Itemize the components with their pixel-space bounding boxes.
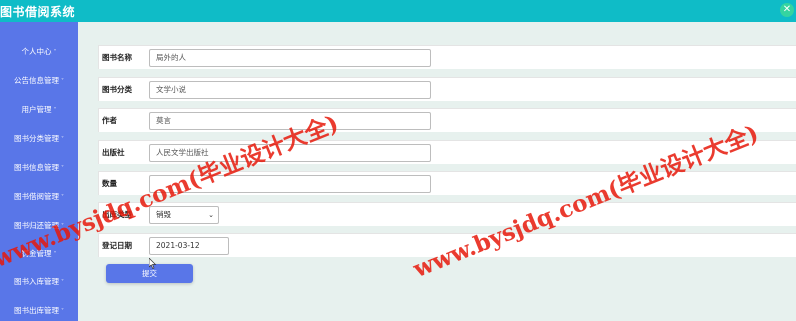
sidebar-item-label: 图书出库管理: [14, 306, 59, 315]
chevron-down-icon: ⌄: [208, 211, 214, 219]
chevron-down-icon: ˅: [61, 194, 64, 201]
mouse-cursor-icon: [149, 258, 157, 269]
sidebar-item-label: 图书信息管理: [14, 163, 59, 172]
form-row-stock-out-type: 出库类型 销毁 ⌄: [98, 202, 796, 226]
sidebar-item-book-info[interactable]: 图书信息管理 ˅: [0, 158, 78, 178]
close-icon[interactable]: ✕: [780, 3, 794, 17]
top-bar: 图书借阅系统 ✕: [0, 0, 796, 22]
select-value: 销毁: [156, 210, 171, 219]
field-label: 数量: [102, 179, 117, 188]
sidebar-item-label: 图书分类管理: [14, 134, 59, 143]
sidebar-item-label: 罚金管理: [21, 249, 52, 258]
main-content: 图书名称 局外的人 图书分类 文学小说 作者 莫言 出版社 人民文学出版社 数量…: [78, 22, 796, 321]
publisher-input[interactable]: 人民文学出版社: [149, 144, 431, 162]
sidebar-item-personal-center[interactable]: 个人中心 ˅: [0, 42, 78, 62]
chevron-down-icon: ˅: [53, 251, 57, 258]
form-row-quantity: 数量: [98, 171, 796, 195]
chevron-down-icon: ˅: [53, 49, 57, 56]
form-row-author: 作者 莫言: [98, 108, 796, 132]
sidebar-item-returns[interactable]: 图书归还管理 ˅: [0, 216, 78, 236]
sidebar-item-label: 个人中心: [21, 47, 52, 56]
quantity-input[interactable]: [149, 175, 431, 193]
form-row-book-name: 图书名称 局外的人: [98, 45, 796, 69]
sidebar-item-users[interactable]: 用户管理 ˅: [0, 100, 78, 120]
field-label: 出版社: [102, 148, 125, 157]
form-row-publisher: 出版社 人民文学出版社: [98, 140, 796, 164]
field-label: 图书名称: [102, 53, 132, 62]
stock-out-type-select[interactable]: 销毁 ⌄: [149, 206, 219, 224]
sidebar-item-announcements[interactable]: 公告信息管理 ˅: [0, 71, 78, 91]
app-title: 图书借阅系统: [0, 4, 76, 19]
sidebar-item-label: 图书归还管理: [14, 221, 59, 230]
chevron-down-icon: ˅: [61, 279, 64, 286]
chevron-down-icon: ˅: [61, 308, 64, 315]
form-row-book-category: 图书分类 文学小说: [98, 77, 796, 101]
book-category-input[interactable]: 文学小说: [149, 81, 431, 99]
sidebar-item-stock-out[interactable]: 图书出库管理 ˅: [0, 301, 78, 321]
form-row-register-date: 登记日期 2021-03-12: [98, 233, 796, 257]
field-label: 作者: [102, 116, 117, 125]
chevron-down-icon: ˅: [61, 165, 64, 172]
chevron-down-icon: ˅: [61, 136, 64, 143]
sidebar-item-label: 图书入库管理: [14, 277, 59, 286]
sidebar-item-borrowing[interactable]: 图书借阅管理 ˅: [0, 187, 78, 207]
chevron-down-icon: ˅: [61, 223, 64, 230]
register-date-input[interactable]: 2021-03-12: [149, 237, 229, 255]
chevron-down-icon: ˅: [53, 107, 57, 114]
chevron-down-icon: ˅: [61, 78, 64, 85]
author-input[interactable]: 莫言: [149, 112, 431, 130]
sidebar-item-stock-in[interactable]: 图书入库管理 ˅: [0, 272, 78, 292]
sidebar-item-fines[interactable]: 罚金管理 ˅: [0, 244, 78, 264]
sidebar-item-label: 图书借阅管理: [14, 192, 59, 201]
sidebar-item-label: 公告信息管理: [14, 76, 59, 85]
field-label: 出库类型: [102, 210, 132, 219]
sidebar-item-label: 用户管理: [21, 105, 52, 114]
field-label: 登记日期: [102, 241, 132, 250]
field-label: 图书分类: [102, 85, 132, 94]
sidebar: 个人中心 ˅ 公告信息管理 ˅ 用户管理 ˅ 图书分类管理 ˅ 图书信息管理 ˅ 图书借阅…: [0, 22, 78, 321]
sidebar-item-book-categories[interactable]: 图书分类管理 ˅: [0, 129, 78, 149]
book-name-input[interactable]: 局外的人: [149, 49, 431, 67]
